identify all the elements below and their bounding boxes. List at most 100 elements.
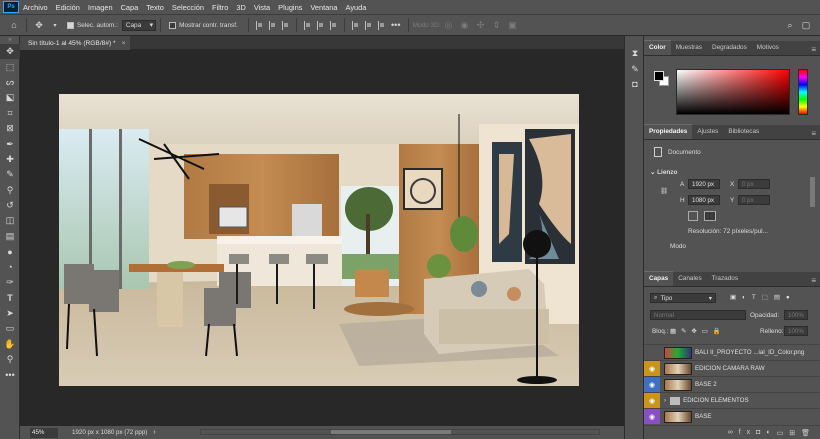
home-icon[interactable]: ⌂	[8, 19, 20, 31]
menu-ayuda[interactable]: Ayuda	[342, 3, 371, 12]
tab-color[interactable]: Color	[644, 40, 671, 55]
canvas-section-header[interactable]: ⌄ Lienzo	[650, 168, 677, 176]
layer-filter-type-icons[interactable]: ▣◐T⬚▤●	[730, 293, 796, 301]
hue-slider[interactable]	[798, 69, 808, 115]
move-tool-icon[interactable]: ✥	[33, 19, 45, 31]
panel-menu-icon[interactable]: ≡	[811, 45, 816, 54]
history-panel-icon[interactable]: ⧗	[625, 46, 645, 61]
tool-preset-chevron-icon[interactable]: ▾	[49, 19, 61, 31]
panel-menu-icon[interactable]: ≡	[811, 129, 816, 138]
type-tool-icon[interactable]: T	[0, 290, 20, 305]
hand-tool-icon[interactable]: ✋	[0, 336, 20, 351]
link-icon[interactable]: ⛓	[660, 187, 668, 195]
search-icon[interactable]: ⌕	[784, 19, 796, 31]
zoom-level-field[interactable]: 45%	[30, 427, 58, 438]
panel-menu-icon[interactable]: ≡	[811, 276, 816, 285]
distribute-top-icon[interactable]	[351, 20, 359, 30]
lock-icons[interactable]: ▦✎✥▭🔒	[670, 327, 726, 335]
menu-edicion[interactable]: Edición	[52, 3, 84, 12]
object-select-tool-icon[interactable]: ⬕	[0, 90, 20, 105]
layer-row[interactable]: ◉ BASE	[644, 408, 820, 424]
color-picker-field[interactable]	[676, 69, 790, 115]
lasso-tool-icon[interactable]: ᔕ	[0, 75, 20, 90]
link-layers-icon[interactable]: ∞	[728, 429, 739, 436]
layer-filter-dropdown[interactable]: ⌕ Tipo ▾	[650, 293, 716, 303]
tab-trazados[interactable]: Trazados	[707, 275, 743, 286]
distribute-middle-icon[interactable]	[364, 20, 372, 30]
fill-field[interactable]: 100%	[784, 326, 808, 336]
history-brush-tool-icon[interactable]: ↺	[0, 198, 20, 213]
delete-layer-icon[interactable]: 🗑	[801, 429, 816, 437]
new-layer-icon[interactable]: ⊞	[789, 429, 801, 437]
status-menu-chevron-icon[interactable]: ›	[153, 429, 155, 436]
more-options-icon[interactable]: •••	[390, 19, 402, 31]
healing-brush-tool-icon[interactable]: ✚	[0, 152, 20, 167]
visibility-eye-icon[interactable]: ◉	[644, 409, 660, 424]
document-tab[interactable]: Sin título-1 al 45% (RGB/8#) * ×	[20, 36, 130, 50]
tab-motivos[interactable]: Motivos	[752, 44, 784, 55]
marquee-tool-icon[interactable]: ⬚	[0, 59, 20, 74]
height-field[interactable]: 1080 px	[688, 195, 720, 205]
canvas-area[interactable]	[20, 50, 624, 426]
add-mask-icon[interactable]: ◘	[756, 429, 766, 436]
layer-row[interactable]: ◉ BASE 2	[644, 376, 820, 392]
distribute-bottom-icon[interactable]	[377, 20, 385, 30]
scrollbar-thumb[interactable]	[331, 430, 451, 434]
menu-filtro[interactable]: Filtro	[208, 3, 232, 12]
rectangle-tool-icon[interactable]: ▭	[0, 321, 20, 336]
crop-tool-icon[interactable]: ⌗	[0, 106, 20, 121]
eyedropper-tool-icon[interactable]: ✒	[0, 136, 20, 151]
layer-style-icon[interactable]: fx	[739, 429, 756, 436]
visibility-eye-icon[interactable]: ◉	[644, 361, 660, 376]
horizontal-scrollbar[interactable]	[200, 429, 600, 435]
menu-3d[interactable]: 3D	[232, 3, 249, 12]
blend-mode-dropdown[interactable]: Normal	[650, 310, 746, 320]
orientation-landscape-icon[interactable]	[704, 211, 716, 221]
menu-plugins[interactable]: Plugins	[274, 3, 306, 12]
opacity-field[interactable]: 100%	[784, 310, 808, 320]
menu-seleccion[interactable]: Selección	[168, 3, 208, 12]
tab-capas[interactable]: Capas	[644, 271, 674, 286]
tab-canales[interactable]: Canales	[673, 275, 706, 286]
eraser-tool-icon[interactable]: ◫	[0, 213, 20, 228]
document-canvas[interactable]	[59, 94, 579, 386]
close-tab-icon[interactable]: ×	[122, 40, 126, 47]
menu-texto[interactable]: Texto	[142, 3, 168, 12]
align-right-icon[interactable]	[281, 20, 289, 30]
tab-propiedades[interactable]: Propiedades	[644, 124, 693, 139]
tab-ajustes[interactable]: Ajustes	[692, 128, 723, 139]
comments-panel-icon[interactable]: ✎	[625, 61, 645, 76]
align-top-icon[interactable]	[303, 20, 311, 30]
adjustment-layer-icon[interactable]: ◐	[766, 429, 776, 436]
brush-tool-icon[interactable]: ✎	[0, 167, 20, 182]
new-group-icon[interactable]: ▭	[777, 429, 790, 437]
collapse-chevron-icon[interactable]: ⌄	[650, 169, 655, 176]
layer-row[interactable]: ◉ › EDICION ELEMENTOS	[644, 392, 820, 408]
path-select-tool-icon[interactable]: ➤	[0, 306, 20, 321]
zoom-tool-icon[interactable]: ⚲	[0, 352, 20, 367]
auto-select-dropdown[interactable]: Capa	[121, 19, 157, 31]
layer-row[interactable]: ◉ EDICION CAMARA RAW	[644, 360, 820, 376]
more-tools-icon[interactable]: •••	[0, 367, 20, 382]
color-panel-swatches[interactable]	[654, 71, 670, 87]
dodge-tool-icon[interactable]: ◔	[0, 259, 20, 274]
menu-ventana[interactable]: Ventana	[306, 3, 341, 12]
visibility-eye-icon[interactable]	[644, 345, 660, 360]
visibility-eye-icon[interactable]: ◉	[644, 393, 660, 408]
tab-bibliotecas[interactable]: Bibliotecas	[723, 128, 764, 139]
frame-tool-icon[interactable]: ⊠	[0, 121, 20, 136]
tab-muestras[interactable]: Muestras	[671, 44, 707, 55]
align-center-icon[interactable]	[268, 20, 276, 30]
blur-tool-icon[interactable]: ●	[0, 244, 20, 259]
menu-vista[interactable]: Vista	[250, 3, 274, 12]
menu-capa[interactable]: Capa	[117, 3, 143, 12]
pen-tool-icon[interactable]: ✑	[0, 275, 20, 290]
menu-archivo[interactable]: Archivo	[19, 3, 52, 12]
expand-group-chevron-icon[interactable]: ›	[664, 397, 666, 404]
menu-imagen[interactable]: Imagen	[84, 3, 117, 12]
clone-stamp-tool-icon[interactable]: ⚲	[0, 183, 20, 198]
align-middle-icon[interactable]	[316, 20, 324, 30]
toolbar-collapse-icon[interactable]: »	[0, 36, 20, 44]
notes-panel-icon[interactable]: ◘	[625, 77, 645, 92]
width-field[interactable]: 1920 px	[688, 179, 720, 189]
